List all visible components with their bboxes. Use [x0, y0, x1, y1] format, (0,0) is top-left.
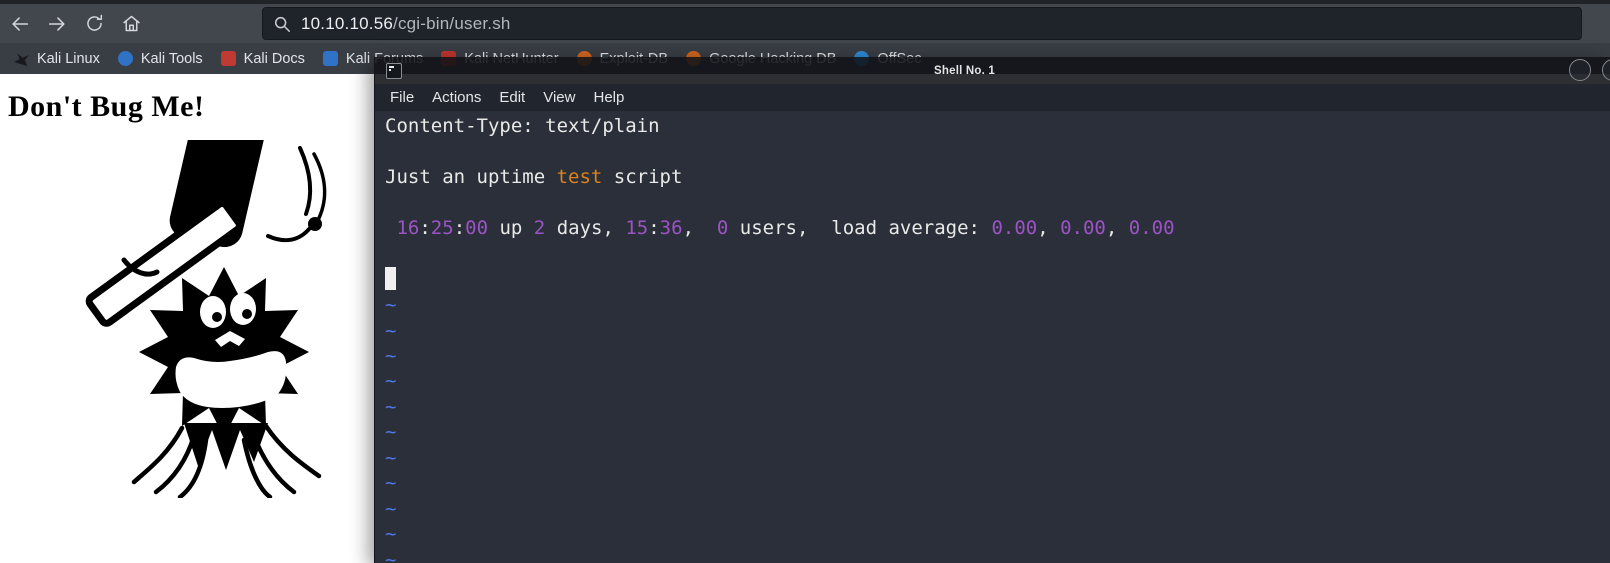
terminal-line: [385, 267, 1610, 293]
menu-help[interactable]: Help: [584, 86, 633, 109]
terminal-line: 16:25:00 up 2 days, 15:36, 0 users, load…: [385, 216, 1610, 241]
reload-icon: [84, 13, 105, 34]
menu-edit[interactable]: Edit: [490, 86, 534, 109]
screen: 10.10.10.56/cgi-bin/user.sh Kali Linux Ka…: [0, 0, 1610, 563]
window-controls: [1558, 59, 1610, 81]
terminal-line: ~: [385, 319, 1610, 344]
back-icon: [9, 13, 31, 35]
terminal-line: ~: [385, 497, 1610, 522]
terminal-line: Content-Type: text/plain: [385, 114, 1610, 139]
terminal-line: ~: [385, 395, 1610, 420]
browser-toolbar: 10.10.10.56/cgi-bin/user.sh: [0, 4, 1610, 43]
kali-forums-icon: [323, 51, 338, 66]
terminal-line: [385, 241, 1610, 266]
kali-dragon-icon: [14, 51, 29, 66]
home-button[interactable]: [114, 9, 148, 39]
terminal-line: ~: [385, 446, 1610, 471]
terminal-line: [385, 139, 1610, 164]
bug-with-hammer-image: [72, 140, 348, 498]
forward-icon: [46, 13, 68, 35]
bookmark-item[interactable]: Kali Linux: [8, 48, 106, 70]
maximize-button[interactable]: [1602, 59, 1610, 81]
home-icon: [121, 13, 142, 34]
reload-button[interactable]: [77, 9, 111, 39]
forward-button[interactable]: [40, 9, 74, 39]
bookmark-label: Kali Docs: [244, 51, 305, 67]
terminal-title: Shell No. 1: [375, 65, 1554, 77]
menu-actions[interactable]: Actions: [423, 86, 490, 109]
url-path: /cgi-bin/user.sh: [393, 14, 511, 33]
terminal-line: ~: [385, 420, 1610, 445]
terminal-titlebar[interactable]: Shell No. 1: [375, 57, 1610, 84]
terminal-line: ~: [385, 548, 1610, 563]
terminal-cursor: [385, 267, 396, 290]
url-bar[interactable]: 10.10.10.56/cgi-bin/user.sh: [262, 7, 1582, 40]
search-icon: [273, 15, 291, 33]
kali-tools-icon: [118, 51, 133, 66]
terminal-line: ~: [385, 522, 1610, 547]
terminal-menubar: FileActionsEditViewHelp: [375, 84, 1610, 111]
terminal-line: ~: [385, 369, 1610, 394]
terminal-line: Just an uptime test script: [385, 165, 1610, 190]
terminal-window: Shell No. 1 FileActionsEditViewHelp Cont…: [374, 57, 1610, 563]
bookmark-label: Kali Linux: [37, 51, 100, 67]
bookmark-item[interactable]: Kali Tools: [112, 48, 209, 70]
menu-file[interactable]: File: [381, 86, 423, 109]
terminal-line: ~: [385, 344, 1610, 369]
url-host: 10.10.10.56: [301, 14, 393, 33]
kali-docs-icon: [221, 51, 236, 66]
terminal-line: [385, 190, 1610, 215]
terminal-line: ~: [385, 293, 1610, 318]
bookmark-item[interactable]: Kali Docs: [215, 48, 311, 70]
url-text[interactable]: 10.10.10.56/cgi-bin/user.sh: [301, 14, 511, 34]
terminal-output[interactable]: Content-Type: text/plain Just an uptime t…: [375, 111, 1610, 563]
terminal-line: ~: [385, 471, 1610, 496]
back-button[interactable]: [3, 9, 37, 39]
bookmark-label: Kali Tools: [141, 51, 203, 67]
minimize-button[interactable]: [1569, 59, 1591, 81]
menu-view[interactable]: View: [534, 86, 584, 109]
